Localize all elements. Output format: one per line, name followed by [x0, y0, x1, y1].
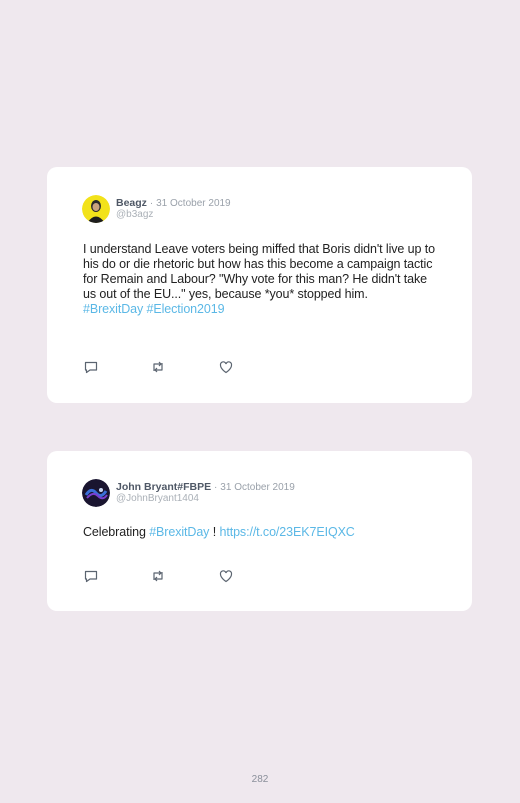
retweet-icon[interactable]	[150, 568, 166, 584]
avatar[interactable]	[82, 479, 110, 507]
retweet-icon[interactable]	[150, 359, 166, 375]
author-handle[interactable]: @b3agz	[116, 209, 153, 220]
page-number: 282	[251, 774, 269, 785]
hashtag-link[interactable]: #BrexitDay	[149, 525, 209, 539]
avatar-image	[82, 479, 110, 507]
hashtag-link[interactable]: #Election2019	[147, 302, 225, 316]
reply-icon[interactable]	[83, 359, 99, 375]
tweet-text: Celebrating	[83, 525, 150, 539]
tweet-text-block: I understand Leave voters being miffed t…	[83, 242, 443, 317]
tweet-header: John Bryant#FBPE · 31 October 2019	[116, 481, 295, 493]
author-handle[interactable]: @JohnBryant1404	[116, 493, 199, 504]
tweet-card[interactable]: John Bryant#FBPE · 31 October 2019 @John…	[47, 451, 472, 611]
hashtag-link[interactable]: #BrexitDay	[83, 302, 143, 316]
tweet-date[interactable]: 31 October 2019	[220, 482, 295, 493]
avatar-image	[82, 195, 110, 223]
reply-icon[interactable]	[83, 568, 99, 584]
author-name[interactable]: John Bryant#FBPE	[116, 481, 211, 493]
author-name[interactable]: Beagz	[116, 197, 147, 209]
tweet-date[interactable]: 31 October 2019	[156, 198, 231, 209]
heart-icon[interactable]	[218, 359, 234, 375]
tweet-text: I understand Leave voters being miffed t…	[83, 242, 435, 301]
tweet-text-block: Celebrating #BrexitDay ! https://t.co/23…	[83, 525, 443, 540]
tweet-header: Beagz · 31 October 2019	[116, 197, 231, 209]
heart-icon[interactable]	[218, 568, 234, 584]
tweet-card[interactable]: Beagz · 31 October 2019 @b3agz I underst…	[47, 167, 472, 403]
tweet-text: !	[209, 525, 220, 539]
separator: ·	[149, 198, 154, 209]
separator: ·	[214, 482, 218, 493]
url-link[interactable]: https://t.co/23EK7EIQXC	[219, 525, 354, 539]
avatar[interactable]	[82, 195, 110, 223]
